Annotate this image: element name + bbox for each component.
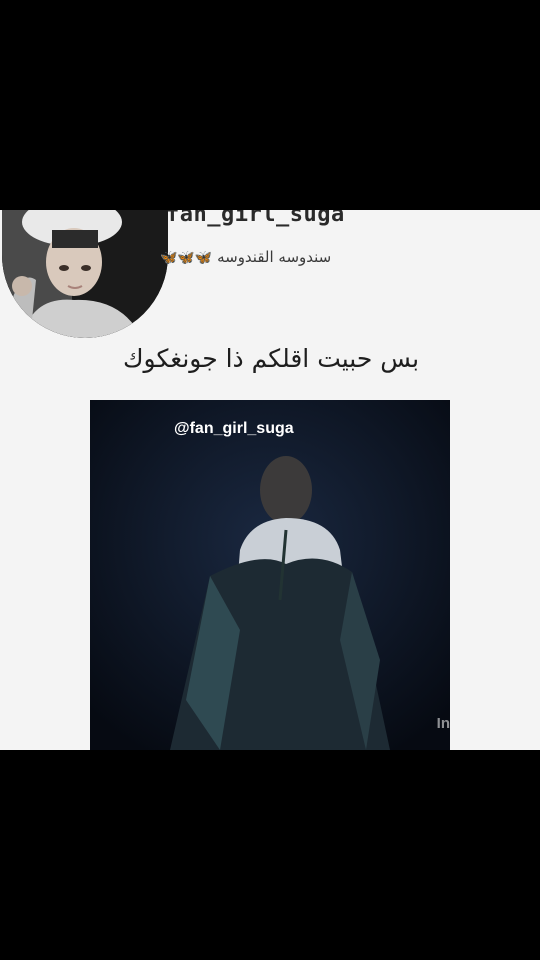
corner-watermark: In <box>436 715 450 732</box>
avatar[interactable] <box>2 210 168 338</box>
avatar-image <box>2 210 168 338</box>
video-frame: fan_girl_suga سندوسه القندوسه 🦋🦋🦋 بس حبي… <box>0 0 540 960</box>
post-caption: بس حبيت اقلكم ذا جونغكوك <box>122 344 420 373</box>
butterfly-icon: 🦋🦋🦋 <box>160 250 213 266</box>
bio: سندوسه القندوسه 🦋🦋🦋 <box>160 248 331 266</box>
media-watermark: @fan_girl_suga <box>174 420 294 437</box>
post-card: fan_girl_suga سندوسه القندوسه 🦋🦋🦋 بس حبي… <box>0 210 540 750</box>
username[interactable]: fan_girl_suga <box>166 210 345 227</box>
media-image <box>90 400 450 750</box>
bio-text: سندوسه القندوسه <box>217 248 332 266</box>
post-media[interactable]: @fan_girl_suga In <box>90 400 450 750</box>
